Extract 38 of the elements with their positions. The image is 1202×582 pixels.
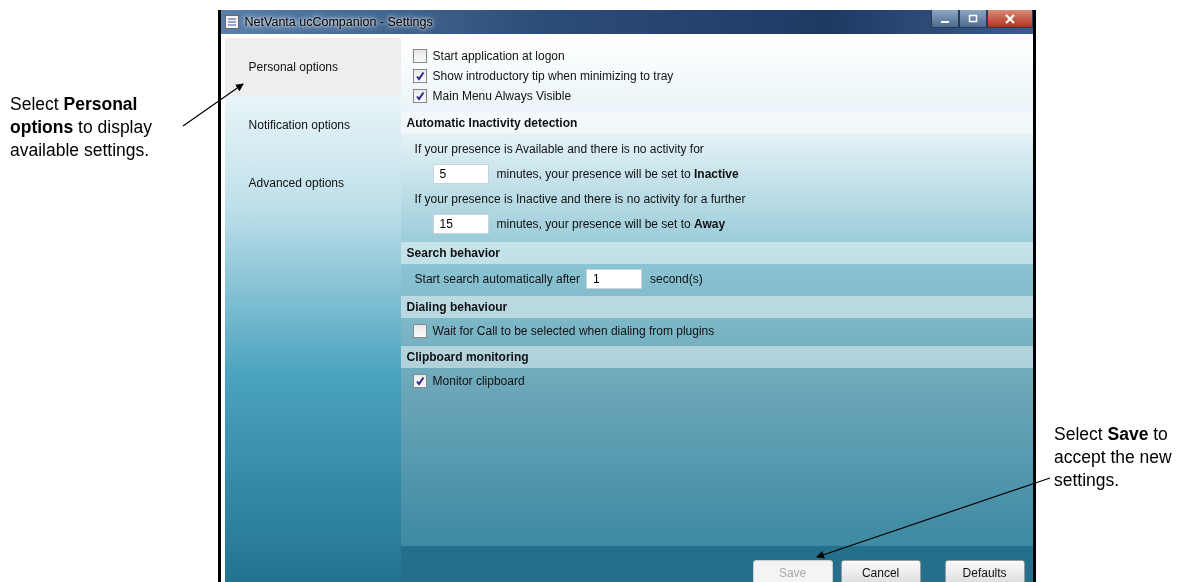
maximize-icon (968, 13, 978, 24)
callout-text: Select Save to accept the new settings. (1054, 423, 1173, 492)
dialog-button[interactable]: Defaults (944, 560, 1025, 582)
section-heading: Search behavior (400, 242, 1033, 264)
unit-label: second(s) (650, 272, 703, 286)
option-label: Monitor clipboard (432, 374, 525, 388)
list-icon (224, 15, 239, 29)
sidebar-item[interactable]: Personal options (224, 38, 401, 96)
checked-checkbox[interactable] (412, 89, 427, 103)
dialog-button[interactable]: Cancel (840, 560, 921, 582)
minutes-field[interactable]: 5 (432, 164, 489, 184)
option-label: Start application at logon (432, 49, 565, 63)
seconds-field[interactable]: 1 (586, 269, 642, 289)
checkbox[interactable] (412, 324, 427, 338)
close-icon (1004, 13, 1016, 24)
option-label: Wait for Call to be selected when dialing from plugins (432, 324, 715, 338)
option-label: Show introductory tip when minimizing to tray (432, 69, 674, 83)
sidebar-item[interactable]: Notification options (224, 96, 401, 154)
description-text: If your presence is Available and there is no activity for (414, 142, 704, 156)
field-label: minutes, your presence will be set to Inactive (496, 167, 739, 181)
checkbox[interactable] (412, 49, 427, 63)
close-button[interactable] (987, 10, 1033, 28)
section-heading: Clipboard monitoring (400, 346, 1033, 368)
maximize-button[interactable] (959, 10, 987, 28)
minutes-field[interactable]: 15 (432, 214, 489, 234)
window-title: NetVanta ucCompanion - Settings (244, 15, 433, 29)
checked-checkbox[interactable] (412, 374, 427, 388)
field-label: Start search automatically after (414, 272, 580, 286)
minimize-icon (941, 20, 949, 23)
callout-text: Select Personal options to display available settings. (10, 93, 153, 162)
sidebar-item[interactable]: Advanced options (224, 154, 401, 212)
section-heading: Dialing behaviour (400, 296, 1033, 318)
option-label: Main Menu Always Visible (432, 89, 572, 103)
checked-checkbox[interactable] (412, 69, 427, 83)
minimize-button[interactable] (931, 10, 959, 28)
description-text: If your presence is Inactive and there is no activity for a further (414, 192, 746, 206)
field-label: minutes, your presence will be set to Away (496, 217, 726, 231)
section-heading: Automatic Inactivity detection (400, 112, 1033, 134)
